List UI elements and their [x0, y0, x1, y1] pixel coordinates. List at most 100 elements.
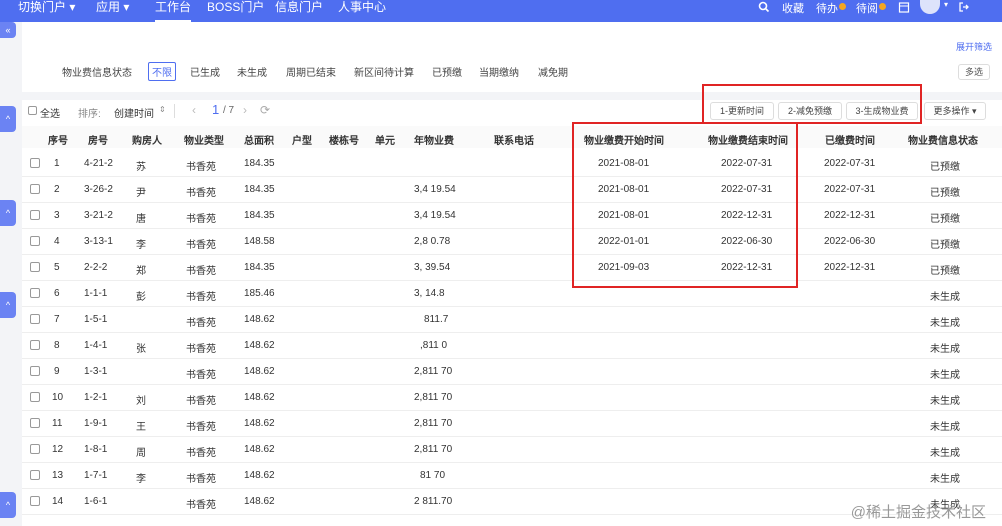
table-row[interactable]: 2 3-26-2 尹 书香苑 184.35 3,4 19.54 2021-08-…	[22, 177, 1002, 203]
cell-status: 未生成	[930, 318, 960, 329]
cell-type: 书香苑	[186, 370, 216, 381]
cell-paid-date: 2022-07-31	[824, 184, 876, 195]
row-checkbox[interactable]	[30, 470, 40, 480]
col-header-start-date: 物业缴费开始时间	[584, 136, 664, 147]
sort-order-icon[interactable]: ⇕	[159, 105, 166, 114]
row-checkbox[interactable]	[30, 184, 40, 194]
cell-room: 1-7-1	[84, 470, 108, 481]
nav-switch-portal[interactable]: 切换门户 ▾	[18, 0, 75, 22]
sort-label: 排序:	[78, 109, 101, 120]
todo-link[interactable]: 待办	[816, 0, 838, 16]
cell-type: 书香苑	[186, 318, 216, 329]
cell-no: 7	[54, 314, 60, 325]
nav-boss-portal[interactable]: BOSS门户	[207, 0, 264, 22]
row-checkbox[interactable]	[30, 288, 40, 298]
search-icon[interactable]	[758, 1, 770, 13]
expand-tab-3[interactable]: ^	[0, 292, 16, 318]
cell-start-date: 2022-01-01	[598, 236, 650, 247]
total-pages: / 7	[223, 105, 235, 116]
cell-room: 1-9-1	[84, 418, 108, 429]
cell-area: 148.58	[244, 236, 275, 247]
expand-filter-link[interactable]: 展开筛选	[956, 40, 992, 53]
next-page-icon[interactable]: ›	[243, 103, 247, 117]
row-checkbox[interactable]	[30, 236, 40, 246]
more-actions-button[interactable]: 更多操作 ▾	[924, 102, 986, 120]
filter-option-generated[interactable]: 已生成	[190, 64, 220, 79]
collapse-panel-tab[interactable]: «	[0, 22, 16, 38]
cell-area: 148.62	[244, 392, 275, 403]
unread-link[interactable]: 待阅	[856, 0, 878, 16]
reduce-prepay-button[interactable]: 2-减免预缴	[778, 102, 842, 120]
prev-page-icon[interactable]: ‹	[192, 103, 196, 117]
row-checkbox[interactable]	[30, 496, 40, 506]
table-row[interactable]: 6 1-1-1 彭 书香苑 185.46 3, 14.8 未生成	[22, 281, 1002, 307]
avatar[interactable]	[920, 0, 940, 14]
table-row[interactable]: 4 3-13-1 李 书香苑 148.58 2,8 0.78 2022-01-0…	[22, 229, 1002, 255]
cell-no: 6	[54, 288, 60, 299]
expand-tab-2[interactable]: ^	[0, 200, 16, 226]
row-checkbox[interactable]	[30, 366, 40, 376]
row-checkbox[interactable]	[30, 444, 40, 454]
nav-apps[interactable]: 应用 ▾	[96, 0, 129, 22]
calendar-icon[interactable]	[898, 1, 910, 13]
table-row[interactable]: 7 1-5-1 书香苑 148.62 811.7 未生成	[22, 307, 1002, 333]
nav-hr-center[interactable]: 人事中心	[338, 0, 386, 22]
cell-room: 1-8-1	[84, 444, 108, 455]
cell-area: 185.46	[244, 288, 275, 299]
table-row[interactable]: 1 4-21-2 苏 书香苑 184.35 2021-08-01 2022-07…	[22, 151, 1002, 177]
filter-option-exempt[interactable]: 减免期	[538, 64, 568, 79]
cell-type: 书香苑	[186, 188, 216, 199]
cell-annual-fee: 81 70	[420, 470, 446, 481]
filter-option-all[interactable]: 不限	[148, 62, 176, 81]
sort-field-select[interactable]: 创建时间	[114, 105, 154, 120]
select-all-label: 全选	[40, 109, 60, 120]
current-page[interactable]: 1	[212, 102, 219, 117]
table-row[interactable]: 11 1-9-1 王 书香苑 148.62 2,811 70 未生成	[22, 411, 1002, 437]
row-checkbox[interactable]	[30, 210, 40, 220]
multi-select-button[interactable]: 多选	[958, 64, 990, 80]
refresh-icon[interactable]: ⟳	[260, 103, 270, 117]
filter-option-prepaid[interactable]: 已预缴	[432, 64, 462, 79]
table-row[interactable]: 3 3-21-2 唐 书香苑 184.35 3,4 19.54 2021-08-…	[22, 203, 1002, 229]
cell-status: 已预缴	[930, 240, 960, 251]
nav-info-portal[interactable]: 信息门户	[275, 0, 323, 22]
expand-tab-4[interactable]: ^	[0, 492, 16, 518]
cell-no: 2	[54, 184, 60, 195]
cell-annual-fee: ,811 0	[420, 340, 448, 351]
row-checkbox[interactable]	[30, 392, 40, 402]
cell-status: 未生成	[930, 292, 960, 303]
cell-status: 未生成	[930, 448, 960, 459]
cell-paid-date: 2022-12-31	[824, 210, 876, 221]
logout-icon[interactable]	[958, 1, 970, 13]
update-time-button[interactable]: 1-更新时间	[710, 102, 774, 120]
cell-buyer: 刘	[136, 396, 146, 407]
cell-no: 3	[54, 210, 60, 221]
section-divider	[22, 92, 1002, 100]
row-checkbox[interactable]	[30, 158, 40, 168]
table-row[interactable]: 10 1-2-1 刘 书香苑 148.62 2,811 70 未生成	[22, 385, 1002, 411]
favorites-link[interactable]: 收藏	[782, 0, 804, 16]
table-row[interactable]: 9 1-3-1 书香苑 148.62 2,811 70 未生成	[22, 359, 1002, 385]
cell-end-date: 2022-12-31	[721, 210, 773, 221]
row-checkbox[interactable]	[30, 340, 40, 350]
table-row[interactable]: 8 1-4-1 张 书香苑 148.62 ,811 0 未生成	[22, 333, 1002, 359]
cell-type: 书香苑	[186, 292, 216, 303]
table-row[interactable]: 5 2-2-2 郑 书香苑 184.35 3, 39.54 2021-09-03…	[22, 255, 1002, 281]
select-all-checkbox[interactable]	[28, 106, 37, 115]
row-checkbox[interactable]	[30, 314, 40, 324]
table-row[interactable]: 12 1-8-1 周 书香苑 148.62 2,811 70 未生成	[22, 437, 1002, 463]
toolbar-divider	[174, 104, 175, 118]
row-checkbox[interactable]	[30, 262, 40, 272]
filter-option-pending-calc[interactable]: 新区间待计算	[354, 64, 414, 79]
expand-tab-1[interactable]: ^	[0, 106, 16, 132]
nav-workbench[interactable]: 工作台	[155, 0, 192, 22]
row-checkbox[interactable]	[30, 418, 40, 428]
filter-option-current-paid[interactable]: 当期缴纳	[479, 64, 519, 79]
filter-option-not-generated[interactable]: 未生成	[237, 64, 267, 79]
table-row[interactable]: 13 1-7-1 李 书香苑 148.62 81 70 未生成	[22, 463, 1002, 489]
cell-start-date: 2021-08-01	[598, 210, 650, 221]
generate-fee-button[interactable]: 3-生成物业费	[846, 102, 918, 120]
chevron-down-icon[interactable]: ▾	[944, 0, 948, 9]
filter-option-period-ended[interactable]: 周期已结束	[286, 64, 336, 79]
cell-type: 书香苑	[186, 240, 216, 251]
